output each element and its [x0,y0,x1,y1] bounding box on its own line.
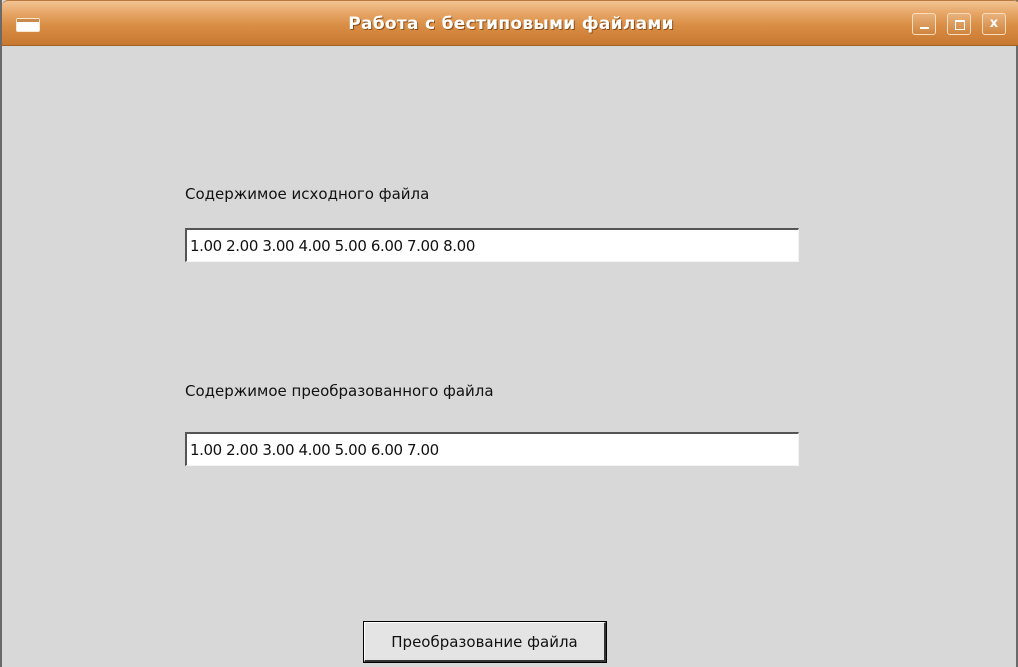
source-file-label: Содержимое исходного файла [185,185,430,203]
window-title: Работа с бестиповыми файлами [348,14,674,34]
maximize-button[interactable] [947,13,971,35]
app-window: Работа с бестиповыми файлами x Содержимо… [0,0,1018,667]
minimize-button[interactable] [912,13,936,35]
converted-file-content-field[interactable] [185,432,799,466]
convert-file-button[interactable]: Преобразование файла [363,621,607,663]
close-button[interactable]: x [982,13,1006,35]
close-icon: x [989,16,999,31]
source-file-content-field[interactable] [185,228,799,262]
title-bar[interactable]: Работа с бестиповыми файлами x [2,0,1018,46]
converted-file-label: Содержимое преобразованного файла [185,382,494,400]
